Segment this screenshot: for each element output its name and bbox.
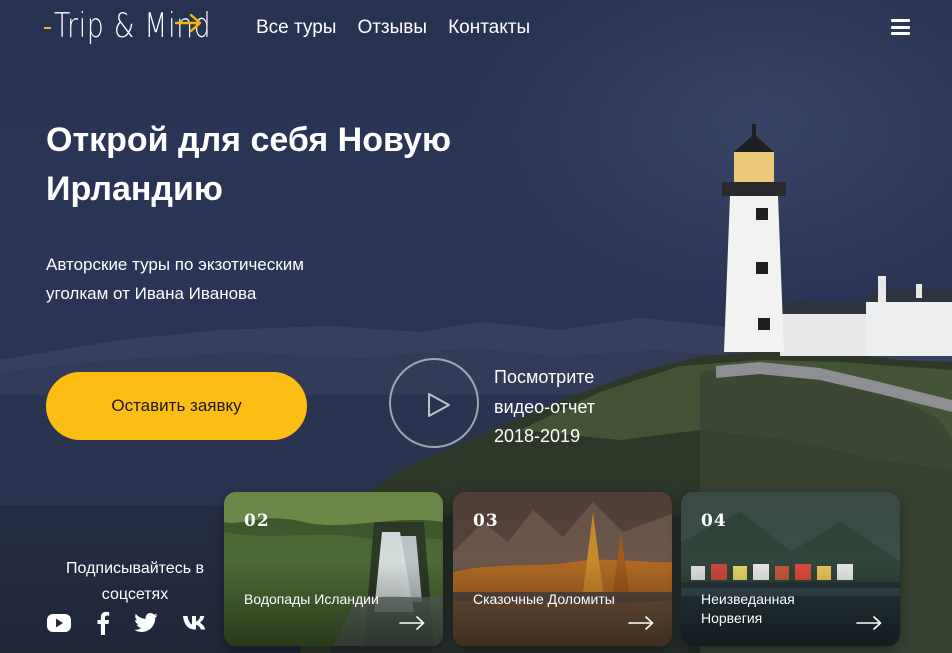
play-video-button[interactable] [389, 358, 479, 448]
menu-icon-bar [891, 19, 910, 22]
tour-name: Сказочные Доломиты [473, 591, 615, 607]
nav-link-reviews[interactable]: Отзывы [357, 17, 427, 39]
request-button[interactable]: Оставить заявку [46, 372, 307, 440]
nav-link-contacts[interactable]: Контакты [448, 17, 530, 39]
arrow-right-icon [399, 616, 425, 630]
play-icon [428, 393, 450, 417]
logo-dash [44, 27, 51, 29]
tour-card-iceland[interactable]: 02 Водопады Исландии [224, 492, 443, 646]
nav-link-all-tours[interactable]: Все туры [256, 17, 336, 39]
hero-title: Открой для себя Новую Ирландию [46, 121, 451, 208]
tour-number: 02 [244, 511, 270, 531]
vk-icon[interactable] [182, 615, 208, 631]
arrow-right-icon [856, 616, 882, 630]
main-nav: Все туры Отзывы Контакты [256, 17, 530, 39]
logo-arrow-icon [174, 13, 202, 33]
video-text-line: видео-отчет [494, 396, 596, 417]
twitter-icon[interactable] [134, 613, 158, 633]
arrow-right-icon [628, 616, 654, 630]
tour-card-dolomites[interactable]: 03 Сказочные Доломиты [453, 492, 672, 646]
youtube-icon[interactable] [46, 613, 72, 633]
tour-name: Неизведанная Норвегия [701, 591, 795, 626]
facebook-icon[interactable] [96, 611, 110, 635]
menu-icon-bar [891, 25, 910, 29]
tour-number: 04 [701, 511, 727, 531]
tour-name: Водопады Исландии [244, 591, 379, 607]
video-text-line: Посмотрите [494, 367, 595, 387]
hero-subtitle: Авторские туры по экзотическим уголкам о… [46, 255, 304, 303]
social-links [46, 611, 208, 635]
video-report-text[interactable]: Посмотрите видео-отчет 2018-2019 [494, 363, 634, 452]
logo-text: Trip & Mind [54, 6, 212, 46]
social-label: Подписывайтесь в соцсетях [66, 560, 204, 603]
menu-icon-bar [891, 32, 910, 35]
tour-card-norway[interactable]: 04 Неизведанная Норвегия [681, 492, 900, 646]
video-text-line: 2018-2019 [494, 426, 581, 446]
menu-icon[interactable] [891, 19, 910, 35]
tour-number: 03 [473, 511, 499, 531]
